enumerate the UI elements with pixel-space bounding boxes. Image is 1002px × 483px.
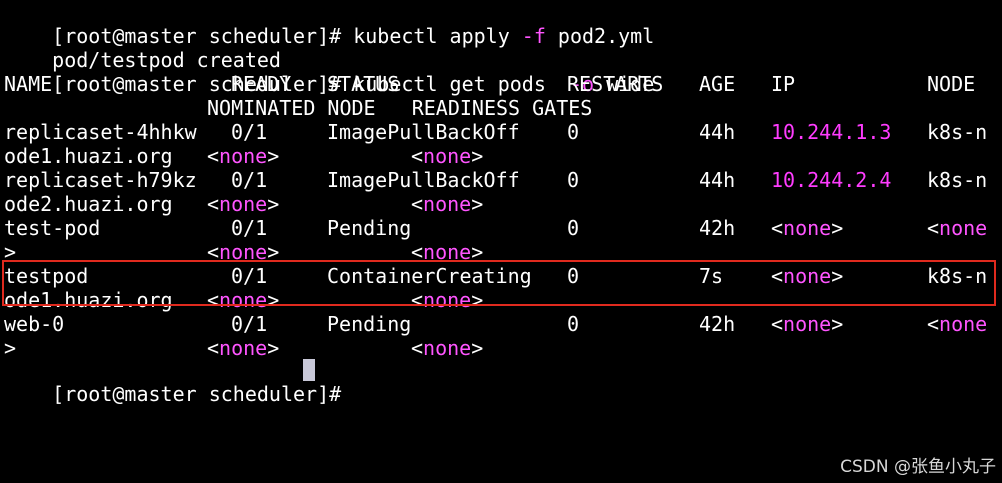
cell-node-continued: ode1.huazi.org [4, 144, 173, 168]
cell-nominated: <none> [207, 336, 280, 360]
cell-node-part1: <none [927, 312, 988, 336]
cell-nominated: <none> [207, 144, 280, 168]
header-node: NODE [927, 72, 976, 96]
cell-status: ContainerCreating [327, 264, 532, 288]
table-row-continued: ode1.huazi.org <none> <none> [4, 144, 1002, 168]
header-restarts: RESTARTS [567, 72, 664, 96]
table-row-continued: > <none> <none> [4, 336, 1002, 360]
command-line-get-pods: [root@master scheduler]# kubectl get pod… [4, 48, 654, 96]
cell-readiness: <none> [411, 192, 484, 216]
cell-nominated: <none> [207, 288, 280, 312]
cell-ip: <none> [771, 312, 844, 336]
header-age: AGE [699, 72, 736, 96]
cell-node-part1: <none [927, 216, 988, 240]
cell-ready: 0/1 [231, 216, 268, 240]
command-line-apply: [root@master scheduler]# kubectl apply -… [4, 0, 654, 48]
cell-ip: <none> [771, 264, 844, 288]
cell-ip: 10.244.2.4 [771, 168, 892, 192]
cell-age: 44h [699, 168, 736, 192]
cell-name: replicaset-h79kz [4, 168, 197, 192]
header-name: NAME [4, 72, 53, 96]
final-prompt-line: [root@master scheduler]# [4, 358, 353, 406]
cell-readiness: <none> [411, 240, 484, 264]
table-row-continued: ode1.huazi.org <none> <none> [4, 288, 1002, 312]
command-text: kubectl apply [353, 24, 522, 48]
table-row-continued: > <none> <none> [4, 240, 1002, 264]
cell-ip: <none> [771, 216, 844, 240]
cell-node-part1: k8s-n [927, 168, 988, 192]
cell-restarts: 0 [567, 120, 580, 144]
header-ip: IP [771, 72, 796, 96]
csdn-watermark: CSDN @张鱼小丸子 [840, 457, 996, 477]
table-row: replicaset-4hhkw 0/1 ImagePullBackOff 0 44h 1… [4, 120, 1002, 144]
cell-status: Pending [327, 312, 412, 336]
cell-age: 44h [699, 120, 736, 144]
cell-node-continued: > [4, 240, 17, 264]
command-flag: -f [521, 24, 546, 48]
header-status: STATUS [327, 72, 400, 96]
cell-readiness: <none> [411, 336, 484, 360]
cell-ready: 0/1 [231, 120, 268, 144]
cell-restarts: 0 [567, 312, 580, 336]
cell-age: 42h [699, 216, 736, 240]
cell-restarts: 0 [567, 216, 580, 240]
cell-node-continued: > [4, 336, 17, 360]
cell-status: ImagePullBackOff [327, 120, 520, 144]
terminal-window[interactable]: [root@master scheduler]# kubectl apply -… [0, 0, 1002, 483]
cell-readiness: <none> [411, 144, 484, 168]
cell-node-part1: k8s-n [927, 120, 988, 144]
command-arg: pod2.yml [545, 24, 655, 48]
cell-status: ImagePullBackOff [327, 168, 520, 192]
cell-age: 7s [699, 264, 724, 288]
cell-ready: 0/1 [231, 168, 268, 192]
cell-nominated: <none> [207, 240, 280, 264]
cell-name: testpod [4, 264, 89, 288]
cell-node-continued: ode2.huazi.org [4, 192, 173, 216]
table-row: test-pod 0/1 Pending 0 42h <none> <none [4, 216, 1002, 240]
table-row: replicaset-h79kz 0/1 ImagePullBackOff 0 44h 1… [4, 168, 1002, 192]
cell-ip: 10.244.1.3 [771, 120, 892, 144]
header-nominated-readiness: NOMINATED NODE READINESS GATES [207, 96, 593, 120]
text-cursor[interactable] [303, 359, 315, 381]
cell-name: replicaset-4hhkw [4, 120, 197, 144]
cell-readiness: <none> [411, 288, 484, 312]
header-ready: READY [231, 72, 292, 96]
table-row: web-0 0/1 Pending 0 42h <none> <none [4, 312, 1002, 336]
table-header-continued: NOMINATED NODE READINESS GATES [4, 96, 1002, 120]
cell-name: web-0 [4, 312, 65, 336]
shell-prompt: [root@master scheduler]# [52, 382, 354, 406]
table-row: testpod 0/1 ContainerCreating 0 7s <none> k8s-… [4, 264, 1002, 288]
table-header: NAME READY STATUS RESTARTS AGE IP NODE [4, 72, 1002, 96]
cell-ready: 0/1 [231, 312, 268, 336]
cell-status: Pending [327, 216, 412, 240]
cell-restarts: 0 [567, 264, 580, 288]
cell-ready: 0/1 [231, 264, 268, 288]
table-row-continued: ode2.huazi.org <none> <none> [4, 192, 1002, 216]
cell-name: test-pod [4, 216, 101, 240]
cell-node-continued: ode1.huazi.org [4, 288, 173, 312]
output-line-created: pod/testpod created [4, 24, 281, 72]
cell-age: 42h [699, 312, 736, 336]
cell-node-part1: k8s-n [927, 264, 988, 288]
cell-restarts: 0 [567, 168, 580, 192]
cell-nominated: <none> [207, 192, 280, 216]
